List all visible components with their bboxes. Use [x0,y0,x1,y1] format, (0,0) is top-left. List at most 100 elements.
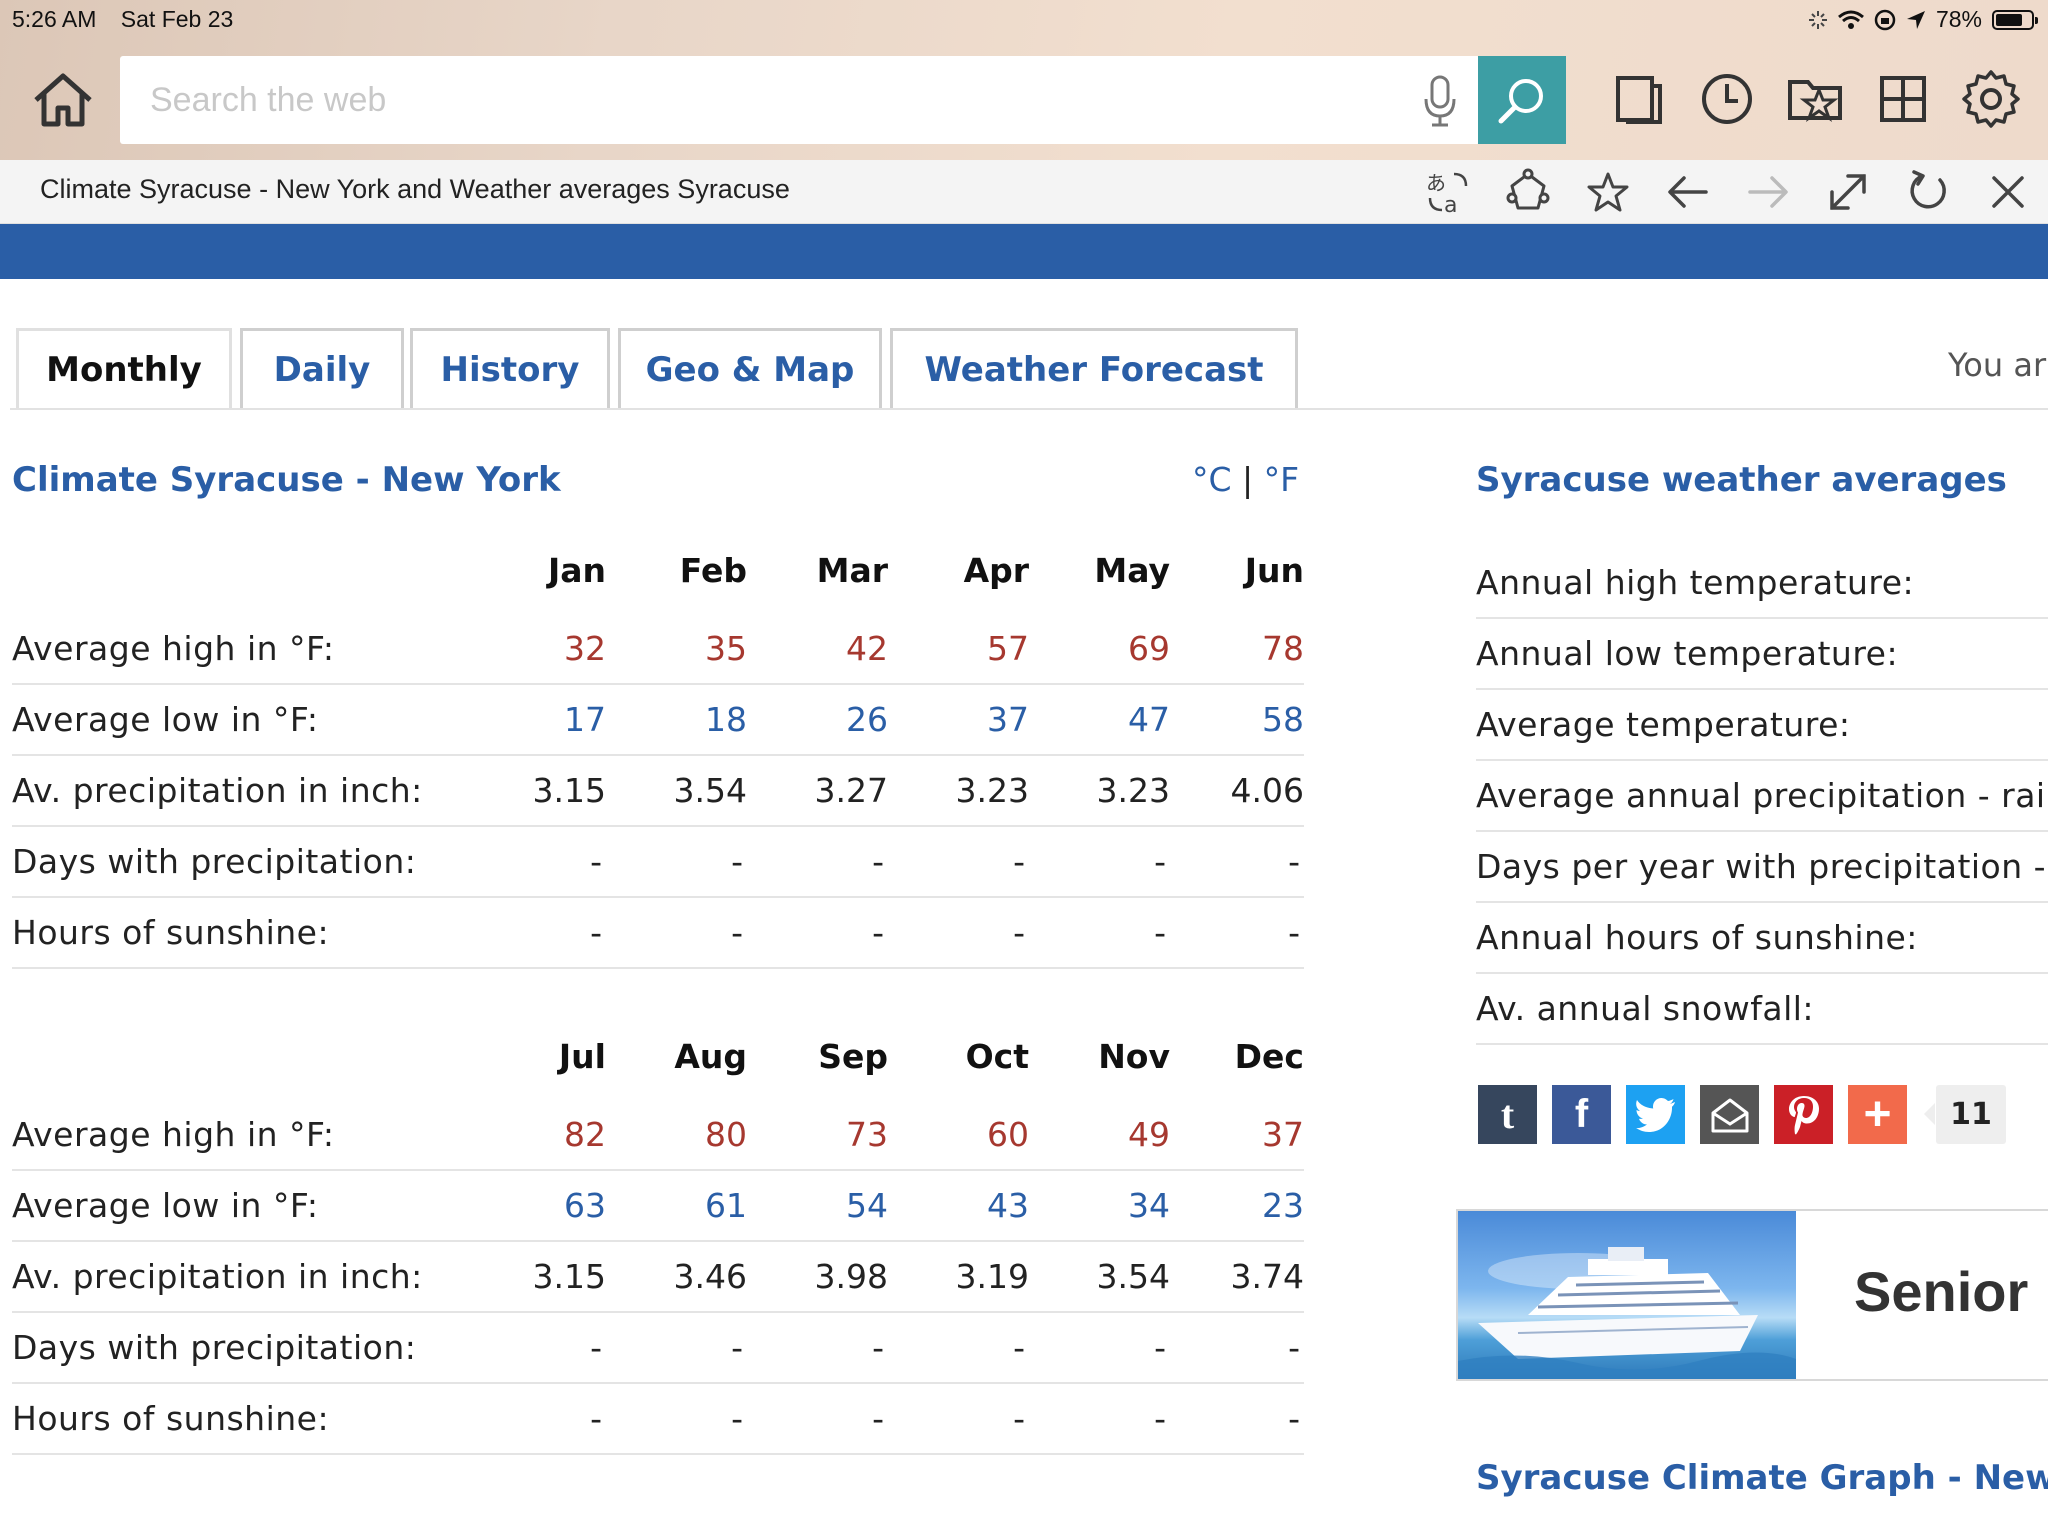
microphone-icon[interactable] [1420,74,1460,128]
list-item: Av. annual snowfall: [1476,974,2048,1045]
tab-monthly[interactable]: Monthly [16,328,232,408]
email-share-button[interactable] [1700,1085,1759,1144]
table-cell: 18 [606,684,747,756]
home-icon[interactable] [30,70,96,130]
unit-celsius-link[interactable]: °C [1192,460,1232,499]
unit-fahrenheit-link[interactable]: °F [1264,460,1299,499]
list-item: Annual low temperature: [1476,619,2048,690]
search-icon [1498,79,1543,124]
table-row: Days with precipitation: - - - - - - [12,1312,1304,1384]
forward-arrow-icon[interactable] [1744,168,1792,216]
table-cell: 32 [518,613,606,685]
table-row: Hours of sunshine: - - - - - - [12,897,1304,969]
table-cell: - [1029,826,1170,898]
table-row: Average low in °F: 63 61 54 43 34 23 [12,1170,1304,1242]
bookmark-star-icon[interactable] [1584,168,1632,216]
settings-gear-icon[interactable] [1962,70,2020,128]
wifi-icon [1837,10,1864,29]
month-header: Aug [674,1037,747,1076]
table-cell: 63 [518,1170,606,1242]
tab-divider [10,408,2048,410]
table-cell: 35 [606,613,747,685]
tabs-icon[interactable] [1610,70,1668,128]
climate-title: Climate Syracuse - New York [12,460,561,500]
table-cell: - [518,897,606,969]
fullscreen-expand-icon[interactable] [1824,168,1872,216]
month-header: Feb [679,551,747,590]
list-item: Annual high temperature: [1476,548,2048,619]
month-header: Oct [965,1037,1029,1076]
tab-daily[interactable]: Daily [240,328,404,408]
table-cell: 26 [747,684,888,756]
back-arrow-icon[interactable] [1664,168,1712,216]
pinterest-share-button[interactable] [1774,1085,1833,1144]
month-header: Jul [558,1037,606,1076]
table-cell: 3.74 [1170,1241,1304,1313]
cruise-ship-icon [1458,1247,1796,1379]
table-cell: 43 [888,1170,1029,1242]
more-share-button[interactable]: + [1848,1085,1907,1144]
table-cell: 3.23 [888,755,1029,827]
table-cell: - [606,1383,747,1455]
table-cell: - [888,826,1029,898]
row-label-precipitation: Av. precipitation in inch: [12,755,518,827]
search-button[interactable] [1478,56,1566,144]
table-cell: - [747,897,888,969]
status-time: 5:26 AM [12,6,97,32]
tab-geo-map[interactable]: Geo & Map [618,328,882,408]
facebook-share-button[interactable]: f [1552,1085,1611,1144]
row-label-sunshine: Hours of sunshine: [12,1383,518,1455]
table-cell: 3.15 [518,755,606,827]
tumblr-icon: t [1500,1092,1515,1137]
table-cell: - [1029,897,1170,969]
table-cell: - [1170,897,1304,969]
refresh-icon[interactable] [1904,168,1952,216]
status-date: Sat Feb 23 [120,6,234,32]
table-row: Average high in °F: 32 35 42 57 69 78 [12,613,1304,685]
share-buttons: t f + 11 [1478,1085,2006,1144]
table-cell: 82 [518,1099,606,1171]
apps-grid-icon[interactable] [1874,70,1932,128]
table-cell: 3.46 [606,1241,747,1313]
climate-graph-title: Syracuse Climate Graph - New Y [1476,1458,2048,1498]
table-cell: 3.54 [1029,1241,1170,1313]
climate-table-jan-jun: Jan Feb Mar Apr May Jun Average high in … [12,528,1304,969]
location-icon [1906,10,1925,29]
status-bar-right: 78% [1808,6,2038,33]
loading-icon [1808,10,1827,29]
tab-weather-forecast[interactable]: Weather Forecast [890,328,1298,408]
page-info-bar: Climate Syracuse - New York and Weather … [0,160,2048,224]
table-cell: 3.54 [606,755,747,827]
battery-icon [1992,9,2038,30]
share-network-icon[interactable] [1504,168,1552,216]
twitter-share-button[interactable] [1626,1085,1685,1144]
climate-table-jul-dec: Jul Aug Sep Oct Nov Dec Average high in … [12,1014,1304,1455]
search-bar [120,56,1480,144]
pinterest-icon [1788,1095,1819,1134]
table-cell: - [1170,826,1304,898]
table-cell: 80 [606,1099,747,1171]
month-header: Jan [547,551,606,590]
averages-list: Annual high temperature: Annual low temp… [1476,548,2048,1045]
month-header: Dec [1234,1037,1304,1076]
unit-switcher: °C | °F [1192,460,1299,499]
tumblr-share-button[interactable]: t [1478,1085,1537,1144]
close-icon[interactable] [1984,168,2032,216]
history-clock-icon[interactable] [1698,70,1756,128]
month-header: Apr [963,551,1029,590]
table-cell: - [888,1312,1029,1384]
ad-headline: Senior [1854,1260,2029,1323]
twitter-bird-icon [1635,1097,1675,1132]
favorites-icon[interactable] [1786,70,1844,128]
table-row: Av. precipitation in inch: 3.15 3.46 3.9… [12,1241,1304,1313]
table-row: Average low in °F: 17 18 26 37 47 58 [12,684,1304,756]
table-cell: - [1170,1383,1304,1455]
table-cell: 61 [606,1170,747,1242]
row-label-sunshine: Hours of sunshine: [12,897,518,969]
translate-icon[interactable]: あ a [1424,168,1472,216]
table-cell: 49 [1029,1099,1170,1171]
advertisement-banner[interactable]: Senior [1456,1209,2048,1381]
tab-history[interactable]: History [410,328,610,408]
table-cell: 23 [1170,1170,1304,1242]
search-input[interactable] [120,56,1320,144]
